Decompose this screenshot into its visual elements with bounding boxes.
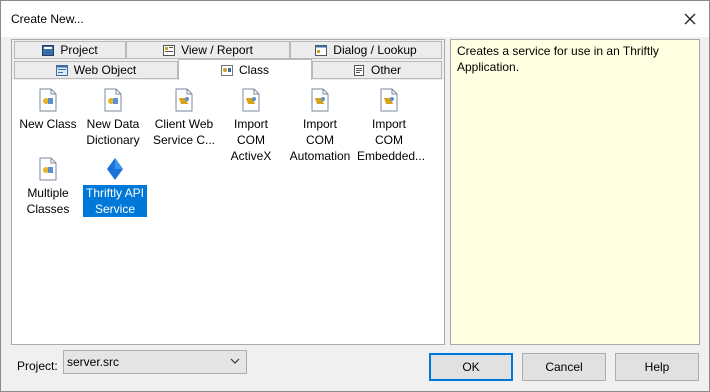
item-label: New Data Dictionary	[86, 117, 140, 147]
item-import-com-embedded[interactable]: Import COM Embedded...	[357, 80, 426, 164]
web-service-file-icon	[175, 88, 193, 112]
item-import-com-activex[interactable]: Import COM ActiveX	[219, 80, 283, 164]
description-text: Creates a service for use in an Thriftly…	[457, 44, 659, 74]
close-button[interactable]	[675, 5, 705, 33]
com-file-icon	[242, 88, 260, 112]
class-file-icon	[39, 157, 57, 181]
tab-dialog-lookup[interactable]: Dialog / Lookup	[290, 41, 442, 59]
item-multiple-classes[interactable]: Multiple Classes	[16, 149, 80, 217]
chevron-down-icon	[230, 358, 240, 364]
tab-project[interactable]: Project	[14, 41, 126, 59]
tab-web-object[interactable]: Web Object	[14, 61, 178, 79]
tab-strip: Project View / Report Dialog / Lookup We…	[12, 40, 444, 80]
tab-label: Web Object	[73, 63, 137, 77]
tab-class[interactable]: Class	[178, 59, 312, 80]
project-select[interactable]: server.src	[63, 350, 247, 374]
dialog-icon	[315, 44, 328, 56]
title-bar: Create New...	[1, 1, 709, 37]
tab-label: View / Report	[181, 43, 253, 57]
item-new-class[interactable]: New Class	[16, 80, 80, 132]
project-value: server.src	[67, 355, 120, 369]
ok-button[interactable]: OK	[429, 353, 513, 381]
com-file-icon	[311, 88, 329, 112]
item-label: New Class	[19, 117, 77, 131]
report-icon	[163, 44, 176, 56]
item-label: Thriftly API Service	[83, 185, 147, 217]
item-client-web-service[interactable]: Client Web Service C...	[152, 80, 216, 148]
tab-label: Dialog / Lookup	[333, 43, 417, 57]
project-label: Project:	[17, 359, 58, 373]
project-icon	[42, 44, 55, 56]
item-thriftly-api-service[interactable]: Thriftly API Service	[83, 149, 147, 217]
item-label: Multiple Classes	[26, 186, 70, 216]
item-label: Import COM ActiveX	[230, 117, 272, 163]
template-panel: Project View / Report Dialog / Lookup We…	[11, 39, 445, 345]
class-file-icon	[104, 88, 122, 112]
create-new-dialog: Create New... Project View / Report Dial…	[0, 0, 710, 392]
com-file-icon	[380, 88, 398, 112]
tab-view-report[interactable]: View / Report	[126, 41, 290, 59]
item-label: Client Web Service C...	[152, 117, 215, 147]
tab-label: Other	[370, 63, 401, 77]
item-label: Import COM Embedded...	[357, 117, 426, 163]
class-icon	[220, 64, 233, 76]
description-panel: Creates a service for use in an Thriftly…	[450, 39, 700, 345]
web-object-icon	[55, 64, 68, 76]
dialog-title: Create New...	[11, 12, 84, 26]
other-icon	[353, 64, 364, 76]
tab-label: Project	[60, 43, 98, 57]
item-import-com-automation[interactable]: Import COM Automation	[288, 80, 352, 164]
tab-other[interactable]: Other	[312, 61, 442, 79]
thriftly-diamond-icon	[107, 158, 123, 180]
tab-label: Class	[238, 63, 269, 77]
class-file-icon	[39, 88, 57, 112]
item-new-data-dictionary[interactable]: New Data Dictionary	[81, 80, 145, 148]
template-grid: New Class New Data Dictionary Client Web S…	[12, 80, 444, 344]
cancel-button[interactable]: Cancel	[522, 353, 606, 381]
close-icon	[684, 13, 696, 25]
item-label: Import COM Automation	[289, 117, 351, 163]
help-button[interactable]: Help	[615, 353, 699, 381]
